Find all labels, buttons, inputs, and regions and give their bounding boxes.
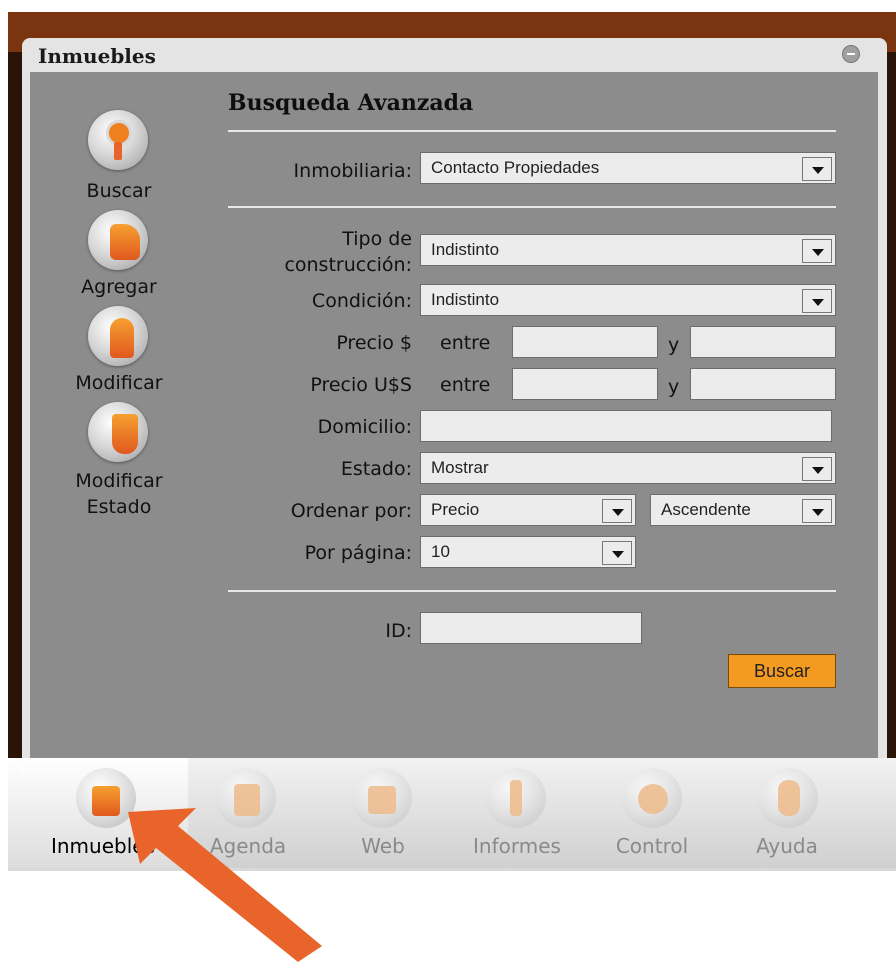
arrow-annotation-icon <box>128 808 322 962</box>
